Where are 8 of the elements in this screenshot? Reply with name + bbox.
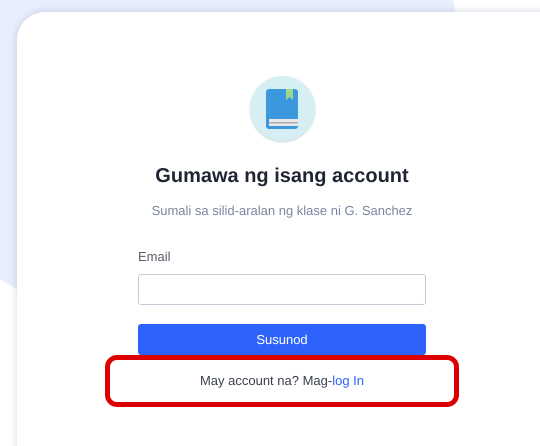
login-link[interactable]: log In: [332, 373, 364, 388]
subtitle: Sumali sa silid-aralan ng klase ni G. Sanchez: [152, 202, 412, 220]
login-prompt: May account na? Mag-log In: [200, 372, 364, 390]
email-label: Email: [138, 248, 171, 266]
email-field[interactable]: [138, 274, 426, 305]
next-button[interactable]: Susunod: [138, 324, 426, 355]
book-icon: [250, 76, 314, 141]
page-title: Gumawa ng isang account: [155, 164, 409, 189]
